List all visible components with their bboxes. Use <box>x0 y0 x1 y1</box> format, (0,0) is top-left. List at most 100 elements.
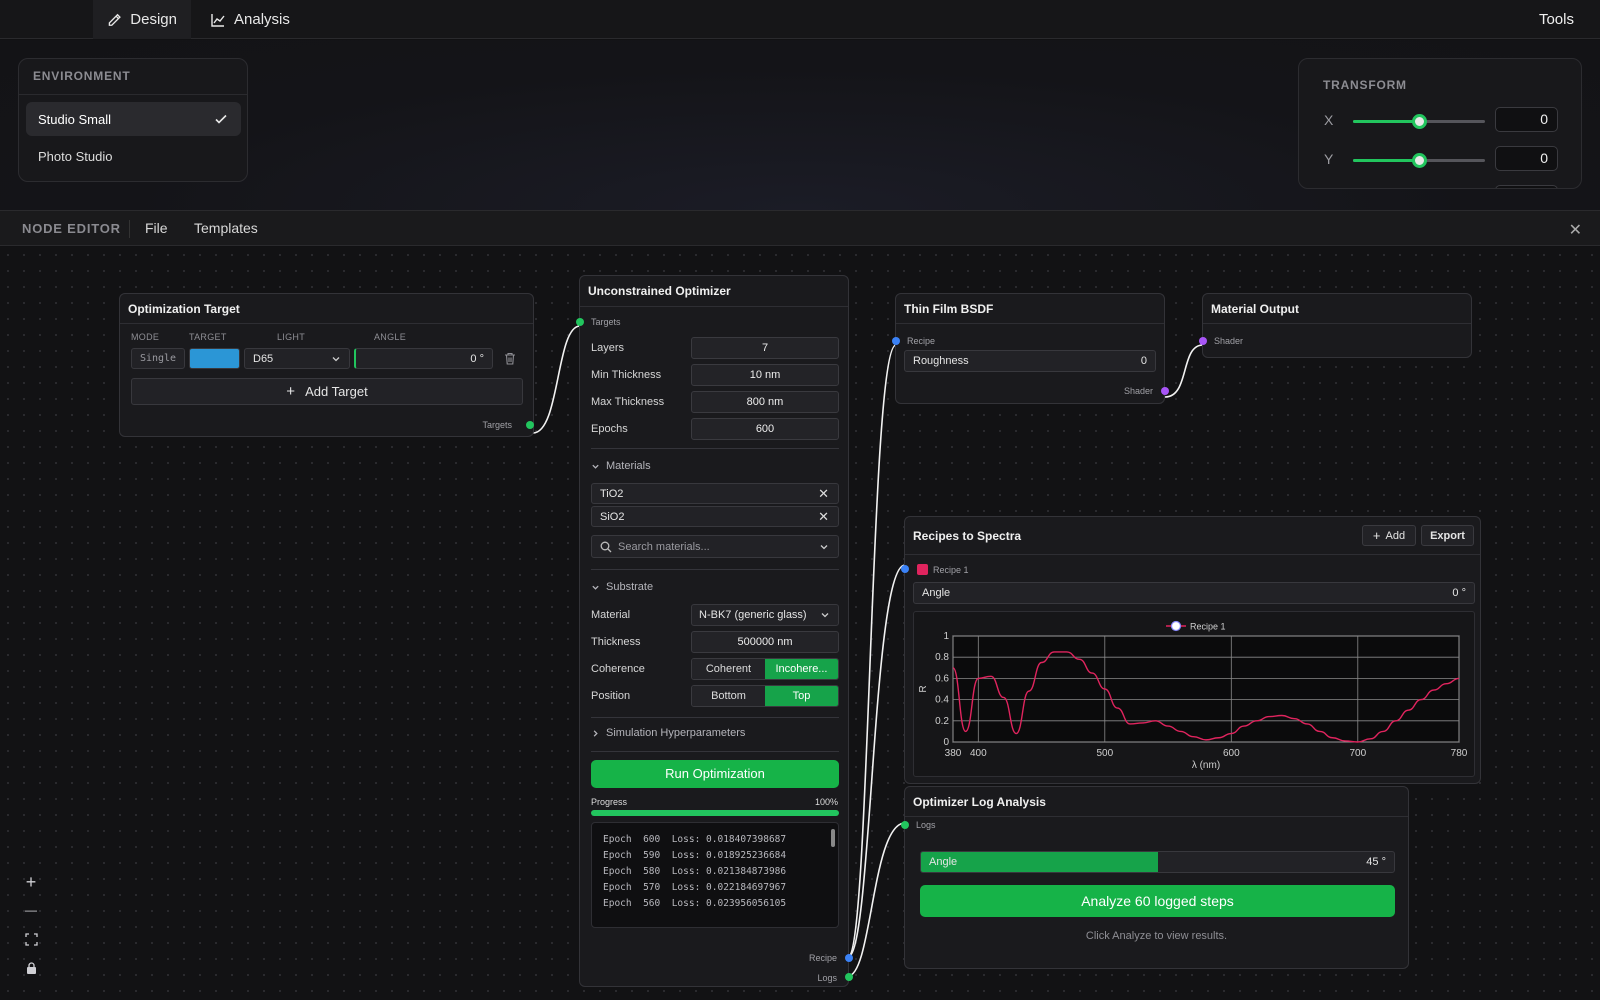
log-scrollbar[interactable] <box>831 829 835 847</box>
node-material-output[interactable]: Material Output Shader <box>1199 293 1472 358</box>
x-slider-thumb[interactable] <box>1412 114 1427 129</box>
environment-option-photo-studio[interactable]: Photo Studio <box>26 139 241 173</box>
substrate-thickness-label: Thickness <box>591 636 641 648</box>
y-tick-label: 0.4 <box>935 695 949 706</box>
y-slider-thumb[interactable] <box>1412 153 1427 168</box>
menu-file[interactable]: File <box>145 220 168 236</box>
node-optimization-target[interactable]: Optimization Target MODE TARGET LIGHT AN… <box>119 293 534 437</box>
x-slider[interactable] <box>1353 114 1485 129</box>
fit-view-icon[interactable] <box>20 928 42 950</box>
substrate-thickness-input[interactable]: 500000 nm <box>691 631 839 653</box>
roughness-label: Roughness <box>913 355 969 367</box>
materials-section-toggle[interactable]: Materials <box>591 460 651 472</box>
chevron-down-icon <box>592 464 599 469</box>
chevron-right-icon <box>593 729 598 737</box>
remove-icon[interactable]: ✕ <box>818 486 829 502</box>
divider <box>129 220 130 238</box>
epochs-label: Epochs <box>591 423 628 435</box>
tools-menu[interactable]: Tools <box>1539 11 1574 28</box>
search-materials-input[interactable]: Search materials... <box>591 535 839 558</box>
log-line: Epoch 570 Loss: 0.022184697967 <box>603 882 787 893</box>
min-thickness-input[interactable]: 10 nm <box>691 364 839 386</box>
recipe-input-port[interactable] <box>892 337 900 345</box>
epochs-input[interactable]: 600 <box>691 418 839 440</box>
port-label: Shader <box>1123 386 1153 396</box>
roughness-value: 0 <box>1140 355 1147 367</box>
chevron-down-icon <box>820 545 828 550</box>
recipe-output-port[interactable] <box>845 954 853 962</box>
col-angle-label: ANGLE <box>374 332 407 342</box>
remove-icon[interactable]: ✕ <box>818 509 829 525</box>
y-input[interactable]: 0 <box>1495 146 1558 171</box>
node-recipes-to-spectra[interactable]: Recipes to Spectra + Add Export Recipe 1… <box>901 516 1481 784</box>
max-thickness-input[interactable]: 800 nm <box>691 391 839 413</box>
targets-output-port[interactable] <box>526 421 534 429</box>
log-angle-slider[interactable]: Angle 45 ° <box>920 851 1395 873</box>
menu-templates[interactable]: Templates <box>194 220 258 236</box>
3d-viewport[interactable]: ENVIRONMENT Studio Small Photo Studio TR… <box>0 40 1600 210</box>
fit-view-glyph <box>24 932 38 946</box>
target-color-swatch[interactable] <box>189 348 240 369</box>
legend-label: Recipe 1 <box>1190 622 1226 632</box>
mode-select[interactable]: Single <box>131 348 185 369</box>
y-tick-label: 0.6 <box>935 673 949 684</box>
coherence-toggle[interactable]: Coherent Incohere... <box>691 658 839 680</box>
shader-input-port[interactable] <box>1199 337 1207 345</box>
node-thin-film-bsdf[interactable]: Thin Film BSDF Recipe Roughness 0 Shader <box>892 293 1169 404</box>
node-optimizer-log-analysis[interactable]: Optimizer Log Analysis Logs Angle 45 ° A… <box>901 786 1409 969</box>
zoom-in-icon[interactable]: + <box>20 871 42 893</box>
plus-icon: + <box>286 383 296 400</box>
substrate-material-select[interactable]: N-BK7 (generic glass) <box>691 604 839 626</box>
plus-icon: + <box>1372 528 1381 543</box>
environment-option-studio-small[interactable]: Studio Small <box>26 102 241 136</box>
targets-input-port[interactable] <box>576 318 584 326</box>
spectra-chart[interactable]: 0 0.2 0.4 0.6 0.8 1 380 400 500 600 700 780 λ (nm) R R… <box>914 612 1476 778</box>
position-toggle[interactable]: Bottom Top <box>691 685 839 707</box>
node-editor-header: NODE EDITOR File Templates ✕ <box>0 210 1600 246</box>
analyze-button[interactable]: Analyze 60 logged steps <box>920 885 1395 917</box>
simulation-hyperparameters-toggle[interactable]: Simulation Hyperparameters <box>591 727 745 739</box>
z-input[interactable] <box>1495 185 1558 188</box>
run-optimization-button[interactable]: Run Optimization <box>591 760 839 788</box>
spectra-angle-input[interactable]: Angle 0 ° <box>913 582 1475 604</box>
recipe-color-swatch[interactable] <box>917 564 928 575</box>
log-line: Epoch 580 Loss: 0.021384873986 <box>603 866 787 877</box>
node-unconstrained-optimizer[interactable]: Unconstrained Optimizer Targets Layers 7… <box>576 275 853 987</box>
x-slider-fill <box>1353 120 1419 123</box>
recipe-input-port[interactable] <box>901 565 909 573</box>
lock-icon[interactable] <box>20 957 42 979</box>
coherence-coherent[interactable]: Coherent <box>692 659 765 679</box>
add-recipe-button[interactable]: + Add <box>1362 525 1416 546</box>
coherence-incoherent[interactable]: Incohere... <box>765 659 838 679</box>
position-bottom[interactable]: Bottom <box>692 686 765 706</box>
substrate-section-toggle[interactable]: Substrate <box>591 581 653 593</box>
export-button[interactable]: Export <box>1421 525 1474 546</box>
layers-input[interactable]: 7 <box>691 337 839 359</box>
x-label: X <box>1324 112 1334 128</box>
logs-input-port[interactable] <box>901 821 909 829</box>
progress-bar <box>591 810 839 816</box>
transform-title: TRANSFORM <box>1323 78 1407 92</box>
zoom-out-icon[interactable]: — <box>20 899 42 921</box>
divider <box>896 323 1164 324</box>
col-target-label: TARGET <box>189 332 227 342</box>
tab-design[interactable]: Design <box>93 0 191 39</box>
trash-icon[interactable] <box>504 352 516 365</box>
tab-analysis[interactable]: Analysis <box>196 0 304 39</box>
roughness-input[interactable]: Roughness 0 <box>904 350 1156 372</box>
light-value: D65 <box>253 352 274 365</box>
logs-output-port[interactable] <box>845 973 853 981</box>
close-icon[interactable]: ✕ <box>1569 220 1582 240</box>
optimizer-log[interactable]: Epoch 600 Loss: 0.018407398687 Epoch 590… <box>591 822 839 928</box>
y-tick-label: 0 <box>943 737 949 748</box>
add-target-button[interactable]: + Add Target <box>131 378 523 405</box>
shader-output-port[interactable] <box>1161 387 1169 395</box>
node-canvas[interactable]: Optimization Target MODE TARGET LIGHT AN… <box>0 247 1600 1000</box>
light-select[interactable]: D65 <box>244 348 350 369</box>
wire-recipe-thinfilm <box>847 344 897 958</box>
chevron-down-icon <box>821 613 829 618</box>
y-slider[interactable] <box>1353 153 1485 168</box>
position-top[interactable]: Top <box>765 686 838 706</box>
angle-input[interactable]: 0 ° <box>354 348 493 369</box>
x-input[interactable]: 0 <box>1495 107 1558 132</box>
